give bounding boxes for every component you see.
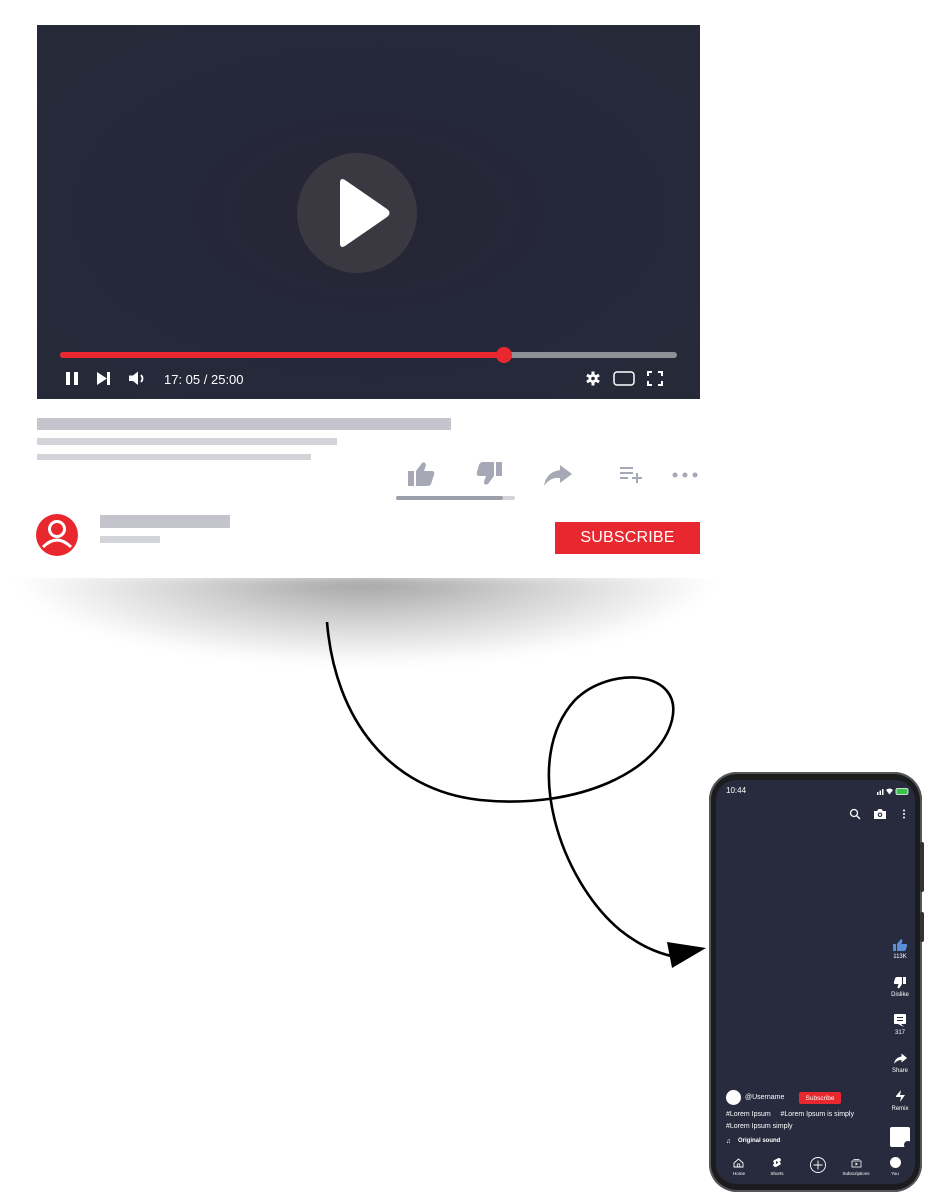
remix-label: Remix (891, 1106, 909, 1112)
hashtags[interactable]: #Lorem Ipsum simply (726, 1123, 793, 1130)
camera-icon[interactable] (873, 807, 887, 820)
more-vertical-icon[interactable] (901, 808, 907, 820)
subscribe-button[interactable]: Subscribe (799, 1092, 841, 1104)
nav-home[interactable]: Home (719, 1171, 759, 1176)
you-avatar[interactable] (890, 1157, 901, 1168)
nav-you[interactable]: You (875, 1171, 915, 1176)
like-count: 113K (893, 954, 907, 960)
phone-mockup: 10:44 113K Dislike 317 Share Remix @User… (709, 772, 924, 1192)
remix-icon[interactable] (893, 1089, 908, 1103)
shorts-screen[interactable]: 10:44 113K Dislike 317 Share Remix @User… (716, 780, 915, 1184)
dislike-label: Dislike (891, 992, 909, 998)
sound-thumbnail[interactable] (890, 1127, 912, 1149)
channel-username[interactable]: @Username (745, 1094, 784, 1101)
share-icon[interactable] (893, 1052, 908, 1065)
hashtags[interactable]: #Lorem Ipsum #Lorem Ipsum is simply (726, 1111, 854, 1118)
subscriptions-icon[interactable] (851, 1158, 862, 1168)
sound-name[interactable]: Original sound (738, 1138, 780, 1144)
comment-count: 317 (894, 1030, 905, 1036)
status-time: 10:44 (726, 786, 747, 795)
music-note-icon: ♫ (726, 1138, 731, 1145)
nav-shorts[interactable]: Shorts (757, 1171, 797, 1176)
sound-thumbnail-dot (904, 1141, 912, 1149)
search-icon[interactable] (849, 808, 861, 820)
dislike-icon[interactable] (893, 976, 907, 990)
nav-subscriptions[interactable]: Subscriptions (836, 1171, 876, 1176)
phone-side-button (920, 842, 924, 892)
shorts-icon[interactable] (772, 1157, 782, 1168)
like-icon[interactable] (892, 938, 908, 952)
home-icon[interactable] (733, 1158, 744, 1168)
channel-avatar[interactable] (726, 1090, 741, 1105)
share-label: Share (891, 1068, 908, 1074)
comment-icon[interactable] (893, 1013, 907, 1028)
phone-side-button (920, 912, 924, 942)
create-icon[interactable] (809, 1156, 827, 1174)
status-icons (877, 788, 909, 795)
